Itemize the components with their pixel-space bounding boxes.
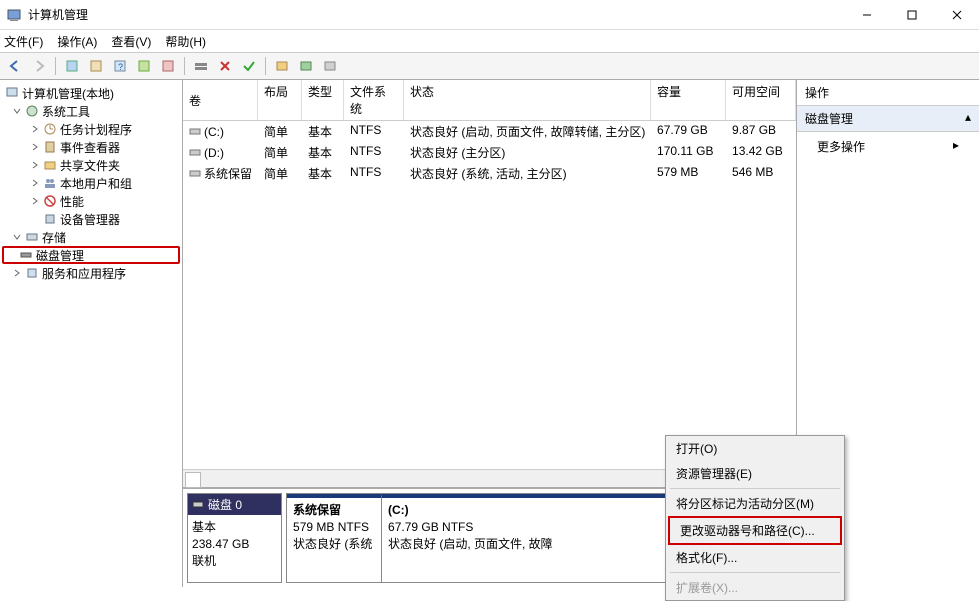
toolbar-btn-6[interactable]	[190, 55, 212, 77]
col-status[interactable]: 状态	[404, 80, 651, 120]
ctx-format[interactable]: 格式化(F)...	[666, 545, 844, 570]
volume-row[interactable]: 系统保留 简单 基本 NTFS 状态良好 (系统, 活动, 主分区) 579 M…	[183, 163, 796, 184]
back-button[interactable]	[4, 55, 26, 77]
context-menu: 打开(O) 资源管理器(E) 将分区标记为活动分区(M) 更改驱动器号和路径(C…	[665, 435, 845, 601]
chevron-down-icon[interactable]	[12, 106, 22, 116]
folder-icon	[42, 157, 58, 173]
book-icon	[42, 139, 58, 155]
separator	[670, 572, 840, 573]
drive-icon	[189, 127, 201, 137]
volume-list-header: 卷 布局 类型 文件系统 状态 容量 可用空间	[183, 80, 796, 121]
toolbar: ?	[0, 52, 979, 80]
col-free[interactable]: 可用空间	[726, 80, 796, 120]
window-controls	[844, 0, 979, 30]
chevron-right-icon[interactable]	[30, 178, 40, 188]
storage-icon	[24, 229, 40, 245]
ctx-extend[interactable]: 扩展卷(X)...	[666, 575, 844, 600]
drive-icon	[189, 148, 201, 158]
tree-task-scheduler[interactable]: 任务计划程序	[2, 120, 180, 138]
menu-view[interactable]: 查看(V)	[111, 33, 151, 50]
toolbar-btn-4[interactable]	[133, 55, 155, 77]
disk-info[interactable]: 磁盘 0 基本 238.47 GB 联机	[187, 493, 282, 583]
app-icon	[6, 7, 22, 23]
toolbar-btn-1[interactable]	[61, 55, 83, 77]
tree-device-manager[interactable]: 设备管理器	[2, 210, 180, 228]
performance-icon	[42, 193, 58, 209]
tree-services[interactable]: 服务和应用程序	[2, 264, 180, 282]
services-icon	[24, 265, 40, 281]
tree-shared-folders[interactable]: 共享文件夹	[2, 156, 180, 174]
close-button[interactable]	[934, 0, 979, 30]
tree-local-users[interactable]: 本地用户和组	[2, 174, 180, 192]
toolbar-check-icon[interactable]	[238, 55, 260, 77]
drive-icon	[189, 169, 201, 179]
menu-help[interactable]: 帮助(H)	[165, 33, 206, 50]
chevron-right-icon: ▸	[953, 138, 959, 155]
forward-button[interactable]	[28, 55, 50, 77]
col-layout[interactable]: 布局	[258, 80, 302, 120]
tree-performance[interactable]: 性能	[2, 192, 180, 210]
svg-text:?: ?	[118, 62, 123, 72]
computer-icon	[4, 85, 20, 101]
volume-row[interactable]: (C:) 简单 基本 NTFS 状态良好 (启动, 页面文件, 故障转储, 主分…	[183, 121, 796, 142]
volume-list[interactable]: 卷 布局 类型 文件系统 状态 容量 可用空间 (C:) 简单 基本 NTFS …	[183, 80, 796, 487]
ctx-explorer[interactable]: 资源管理器(E)	[666, 461, 844, 486]
tree-root[interactable]: 计算机管理(本地)	[2, 84, 180, 102]
ctx-change-drive-letter[interactable]: 更改驱动器号和路径(C)...	[670, 518, 840, 543]
chevron-down-icon[interactable]	[12, 232, 22, 242]
toolbar-btn-3[interactable]: ?	[109, 55, 131, 77]
menubar: 文件(F) 操作(A) 查看(V) 帮助(H)	[0, 30, 979, 52]
volume-row[interactable]: (D:) 简单 基本 NTFS 状态良好 (主分区) 170.11 GB 13.…	[183, 142, 796, 163]
col-volume[interactable]: 卷	[183, 80, 258, 120]
actions-header: 操作	[797, 80, 979, 106]
device-icon	[42, 211, 58, 227]
toolbar-btn-7[interactable]	[271, 55, 293, 77]
chevron-right-icon[interactable]	[30, 142, 40, 152]
ctx-open[interactable]: 打开(O)	[666, 436, 844, 461]
tree-pane[interactable]: 计算机管理(本地) 系统工具 任务计划程序 事件查看器 共享文件夹 本地用户和组	[0, 80, 183, 587]
disk-icon	[192, 500, 204, 510]
toolbar-btn-9[interactable]	[319, 55, 341, 77]
ctx-mark-active[interactable]: 将分区标记为活动分区(M)	[666, 491, 844, 516]
toolbar-btn-2[interactable]	[85, 55, 107, 77]
toolbar-delete-icon[interactable]	[214, 55, 236, 77]
toolbar-btn-5[interactable]	[157, 55, 179, 77]
toolbar-btn-8[interactable]	[295, 55, 317, 77]
tree-storage[interactable]: 存储	[2, 228, 180, 246]
partition-c[interactable]: (C:) 67.79 GB NTFS 状态良好 (启动, 页面文件, 故障	[382, 494, 701, 582]
col-type[interactable]: 类型	[302, 80, 344, 120]
menu-file[interactable]: 文件(F)	[4, 33, 43, 50]
minimize-button[interactable]	[844, 0, 889, 30]
maximize-button[interactable]	[889, 0, 934, 30]
separator	[670, 488, 840, 489]
chevron-right-icon[interactable]	[30, 196, 40, 206]
tree-system-tools[interactable]: 系统工具	[2, 102, 180, 120]
chevron-right-icon[interactable]	[30, 124, 40, 134]
tree-disk-management[interactable]: 磁盘管理	[2, 246, 180, 264]
actions-section[interactable]: 磁盘管理 ▴	[797, 106, 979, 132]
clock-icon	[42, 121, 58, 137]
wrench-icon	[24, 103, 40, 119]
chevron-right-icon[interactable]	[30, 160, 40, 170]
titlebar: 计算机管理	[0, 0, 979, 30]
collapse-icon[interactable]: ▴	[965, 110, 971, 127]
tree-event-viewer[interactable]: 事件查看器	[2, 138, 180, 156]
menu-action[interactable]: 操作(A)	[57, 33, 97, 50]
partition-system-reserved[interactable]: 系统保留 579 MB NTFS 状态良好 (系统	[287, 494, 382, 582]
window-title: 计算机管理	[28, 6, 844, 23]
chevron-right-icon[interactable]	[12, 268, 22, 278]
users-icon	[42, 175, 58, 191]
disk-icon	[18, 247, 34, 263]
actions-more[interactable]: 更多操作 ▸	[797, 132, 979, 161]
col-filesystem[interactable]: 文件系统	[344, 80, 404, 120]
volume-list-body: (C:) 简单 基本 NTFS 状态良好 (启动, 页面文件, 故障转储, 主分…	[183, 121, 796, 469]
col-capacity[interactable]: 容量	[651, 80, 726, 120]
